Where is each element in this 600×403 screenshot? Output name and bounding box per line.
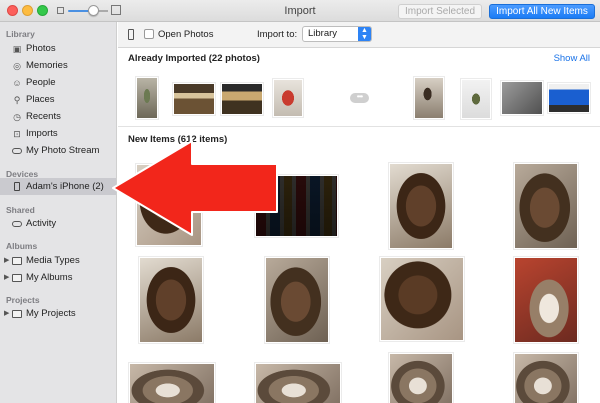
sidebar-section-library: Library (6, 29, 35, 39)
new-photo-thumbnail[interactable] (514, 257, 578, 343)
cloud-icon (12, 219, 22, 229)
clock-icon: ◷ (13, 112, 21, 122)
import-to-select[interactable]: Library ▲ ▼ (302, 26, 372, 42)
imported-photo-thumbnail[interactable] (501, 81, 543, 115)
new-photo-thumbnail[interactable] (380, 257, 464, 341)
sidebar-item-label: Places (26, 94, 55, 105)
sidebar-item-media-types[interactable]: ▶ Media Types (0, 252, 116, 269)
imported-photo-thumbnail[interactable] (273, 79, 303, 117)
sidebar-item-my-albums[interactable]: ▶ My Albums (0, 269, 116, 286)
imported-photo-thumbnail[interactable] (221, 83, 263, 115)
thumbnail-large-icon (111, 5, 121, 15)
imported-photo-thumbnail[interactable] (414, 77, 444, 119)
import-all-new-items-button[interactable]: Import All New Items (489, 4, 595, 19)
new-photo-thumbnail[interactable] (255, 175, 338, 237)
import-toolbar: Open Photos Import to: Library ▲ ▼ (118, 22, 600, 48)
sidebar-item-recents[interactable]: ◷ Recents (0, 108, 116, 125)
new-photo-thumbnail[interactable] (255, 363, 341, 403)
sidebar-item-label: People (26, 77, 56, 88)
sidebar-item-label: My Projects (26, 308, 76, 319)
new-photo-thumbnail[interactable] (139, 257, 203, 343)
thumbnail-size-slider-knob[interactable] (88, 5, 99, 16)
new-photo-thumbnail[interactable] (514, 353, 578, 403)
new-items-heading: New Items (612 items) (128, 134, 228, 145)
open-photos-label[interactable]: Open Photos (158, 29, 213, 40)
folder-icon (12, 273, 22, 283)
folder-icon (12, 256, 22, 266)
zoom-window-button[interactable] (37, 5, 48, 16)
sidebar-item-label: Imports (26, 128, 58, 139)
places-icon: ⚲ (13, 95, 21, 105)
open-photos-checkbox[interactable] (144, 29, 154, 39)
photos-icon: ▣ (12, 44, 22, 54)
sidebar-item-adams-iphone[interactable]: Adam's iPhone (2) (0, 178, 116, 195)
sidebar-item-imports[interactable]: ⊡ Imports (0, 125, 116, 142)
new-photo-thumbnail[interactable] (389, 163, 453, 249)
memories-icon: ◎ (13, 61, 21, 71)
section-divider (118, 126, 600, 127)
new-photo-thumbnail[interactable] (129, 363, 215, 403)
sidebar-item-my-photo-stream[interactable]: My Photo Stream (0, 142, 116, 159)
sidebar-item-places[interactable]: ⚲ Places (0, 91, 116, 108)
sidebar-section-albums: Albums (6, 241, 38, 251)
sidebar-item-label: My Albums (26, 272, 73, 283)
sidebar-item-memories[interactable]: ◎ Memories (0, 57, 116, 74)
disclosure-triangle-icon[interactable]: ▶ (4, 252, 9, 269)
sidebar-item-label: Adam's iPhone (2) (26, 181, 104, 192)
disclosure-triangle-icon[interactable]: ▶ (4, 269, 9, 286)
sidebar-item-label: Activity (26, 218, 57, 229)
imports-icon: ⊡ (13, 129, 21, 139)
thumbnail-small-icon (57, 7, 64, 14)
sidebar-item-label: Photos (26, 43, 56, 54)
disclosure-triangle-icon[interactable]: ▶ (4, 305, 9, 322)
sidebar: Library ▣ Photos ◎ Memories ☺ People ⚲ P… (0, 22, 117, 403)
imported-photo-thumbnail[interactable] (461, 79, 491, 119)
new-photo-thumbnail[interactable] (514, 163, 578, 249)
device-icon (128, 29, 134, 40)
people-icon: ☺ (12, 78, 22, 88)
sidebar-item-label: Recents (26, 111, 61, 122)
title-bar: Import Import Selected Import All New It… (0, 0, 600, 22)
new-photo-thumbnail[interactable] (265, 257, 329, 343)
new-photo-thumbnail[interactable] (136, 164, 202, 246)
chevron-up-down-icon: ▲ ▼ (358, 27, 371, 41)
sidebar-item-my-projects[interactable]: ▶ My Projects (0, 305, 116, 322)
new-photo-thumbnail[interactable] (389, 353, 453, 403)
sidebar-item-label: My Photo Stream (26, 145, 100, 156)
sidebar-item-photos[interactable]: ▣ Photos (0, 40, 116, 57)
show-all-link[interactable]: Show All (554, 53, 590, 64)
import-to-label: Import to: (257, 29, 298, 40)
sidebar-item-label: Memories (26, 60, 68, 71)
close-window-button[interactable] (7, 5, 18, 16)
import-to-value: Library (308, 28, 338, 39)
sidebar-section-projects: Projects (6, 295, 40, 305)
iphone-icon (12, 182, 22, 192)
import-selected-button[interactable]: Import Selected (398, 4, 482, 19)
import-main: Already Imported (22 photos) Show All ••… (118, 49, 600, 403)
sidebar-section-shared: Shared (6, 205, 35, 215)
sidebar-item-label: Media Types (26, 255, 80, 266)
imported-photo-thumbnail[interactable] (173, 83, 215, 115)
sidebar-item-people[interactable]: ☺ People (0, 74, 116, 91)
already-imported-heading: Already Imported (22 photos) (128, 53, 260, 64)
minimize-window-button[interactable] (22, 5, 33, 16)
imported-photo-thumbnail[interactable] (548, 83, 590, 113)
folder-icon (12, 309, 22, 319)
imported-photo-thumbnail[interactable] (136, 77, 158, 119)
sidebar-item-activity[interactable]: Activity (0, 215, 116, 232)
cloud-icon (12, 146, 22, 156)
more-icon[interactable]: ••• (350, 93, 369, 103)
